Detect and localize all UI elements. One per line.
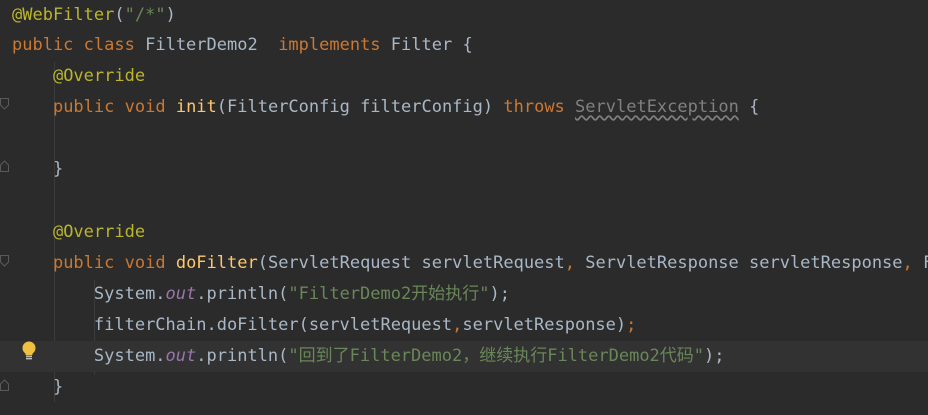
code-line-2[interactable]: public class FilterDemo2 implements Filt…	[12, 30, 928, 61]
exception-type: ServletException	[575, 97, 739, 117]
statement-end: );	[489, 284, 510, 304]
annotation: @Override	[52, 66, 146, 86]
string-literal: "/*"	[124, 5, 166, 25]
code-line-8[interactable]: @Override	[12, 217, 928, 248]
code-line-6[interactable]: }	[12, 154, 928, 185]
class-ref: System.	[93, 284, 166, 304]
keyword: public	[52, 253, 115, 273]
method-call: .println(	[196, 346, 289, 366]
keyword: void	[124, 253, 166, 273]
brace: {	[749, 97, 760, 117]
code-line-13[interactable]: }	[12, 372, 928, 403]
keyword: public	[12, 35, 74, 55]
annotation: @WebFilter	[12, 5, 115, 25]
paren: )	[165, 5, 176, 25]
params: Fil	[913, 253, 928, 273]
keyword: public	[52, 97, 115, 117]
fold-marker-icon[interactable]	[0, 255, 9, 267]
code-line-3[interactable]: @Override	[12, 61, 928, 92]
paren: (	[114, 5, 125, 25]
method-name: doFilter	[175, 253, 258, 273]
keyword: class	[83, 35, 135, 55]
fold-marker-icon[interactable]	[0, 379, 9, 391]
code-line-12[interactable]: System.out.println("回到了FilterDemo2，继续执行F…	[12, 341, 928, 372]
code-line-10[interactable]: System.out.println("FilterDemo2开始执行");	[12, 279, 928, 310]
keyword: void	[124, 97, 166, 117]
method-name: init	[175, 97, 217, 117]
static-field: out	[165, 346, 197, 366]
code-line-11[interactable]: filterChain.doFilter(servletRequest,serv…	[12, 310, 928, 341]
comma: ,	[452, 315, 463, 335]
keyword: throws	[503, 97, 565, 117]
comma: ,	[564, 253, 576, 273]
fold-marker-icon[interactable]	[0, 160, 9, 172]
comma: ,	[902, 253, 913, 273]
static-field: out	[165, 284, 197, 304]
params: ServletResponse servletResponse	[575, 253, 903, 273]
keyword: implements	[278, 35, 381, 55]
semicolon: ;	[626, 315, 637, 335]
interface-name: Filter	[390, 35, 453, 55]
brace: }	[52, 159, 64, 179]
params: (ServletRequest servletRequest	[257, 253, 565, 273]
code-line-4[interactable]: public void init(FilterConfig filterConf…	[12, 92, 928, 123]
class-ref: System.	[93, 346, 166, 366]
code-line-9[interactable]: public void doFilter(ServletRequest serv…	[12, 248, 928, 279]
statement-end: );	[704, 346, 725, 366]
lightbulb-icon[interactable]	[20, 340, 38, 362]
method-call: .println(	[196, 284, 289, 304]
code-editor[interactable]: @WebFilter("/*") public class FilterDemo…	[0, 0, 928, 415]
brace: {	[462, 35, 473, 55]
class-name: FilterDemo2	[145, 35, 258, 55]
params: (FilterConfig filterConfig)	[216, 97, 494, 117]
fold-marker-icon[interactable]	[0, 98, 9, 110]
string-literal: "回到了FilterDemo2，继续执行FilterDemo2代码"	[288, 346, 705, 366]
method-call: filterChain.doFilter(servletRequest	[93, 315, 453, 335]
brace: }	[52, 377, 64, 397]
string-literal: "FilterDemo2开始执行"	[288, 284, 490, 304]
code-line-1[interactable]: @WebFilter("/*")	[12, 0, 928, 31]
method-call: servletResponse)	[462, 315, 627, 335]
annotation: @Override	[52, 222, 146, 242]
